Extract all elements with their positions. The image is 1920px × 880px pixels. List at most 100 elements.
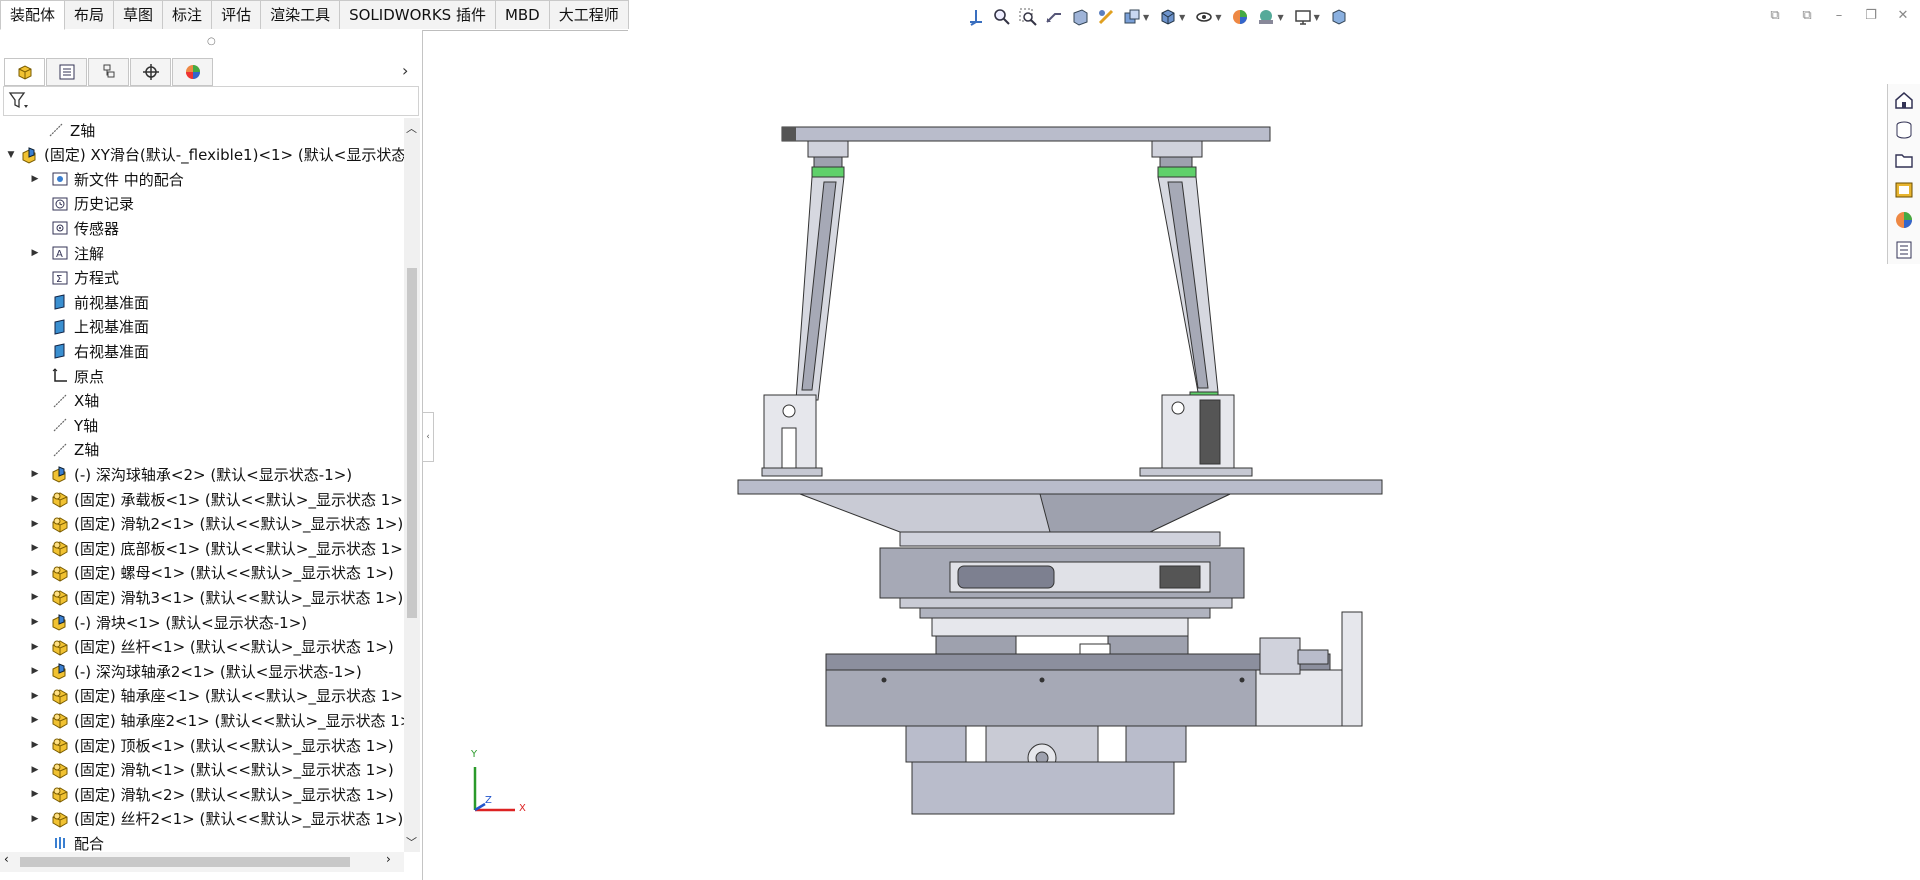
tree-item[interactable]: ▶ 新文件 中的配合 (30, 167, 184, 191)
view-cube-icon[interactable] (1328, 6, 1350, 28)
tree-item[interactable]: ▶ (固定) 滑轨<1> (默认<<默认>_显示状态 1>) (30, 758, 394, 782)
tree-item[interactable]: 前视基准面 (30, 290, 149, 314)
feature-manager-tab[interactable] (4, 58, 45, 86)
tree-item[interactable]: 历史记录 (30, 192, 134, 216)
tree-item[interactable]: 原点 (30, 364, 104, 388)
tree-item[interactable]: ▶ (固定) 丝杆<1> (默认<<默认>_显示状态 1>) (30, 635, 394, 659)
expand-arrow-icon[interactable]: ▶ (30, 758, 40, 782)
dimxpert-manager-tab[interactable] (130, 58, 171, 86)
expand-arrow-icon[interactable]: ▶ (30, 487, 40, 511)
expand-arrow-icon[interactable]: ▶ (30, 659, 40, 683)
design-library-icon[interactable] (1892, 118, 1916, 142)
tree-item[interactable]: Z轴 (30, 438, 99, 462)
zoom-area-icon[interactable] (1017, 6, 1039, 28)
restore-icon[interactable]: ❐ (1860, 6, 1882, 24)
minimize-icon[interactable]: – (1828, 6, 1850, 24)
expand-arrow-icon[interactable]: ▶ (30, 561, 40, 585)
tree-item[interactable]: ▶ (固定) 承载板<1> (默认<<默认>_显示状态 1>) (30, 487, 404, 511)
tree-horizontal-scrollbar[interactable]: ‹ › (0, 852, 404, 872)
tree-item[interactable]: 传感器 (30, 216, 119, 240)
scroll-left-icon[interactable]: ‹ (4, 852, 9, 866)
tree-item[interactable]: 右视基准面 (30, 339, 149, 363)
expand-arrow-icon[interactable]: ▶ (30, 807, 40, 831)
tree-item[interactable]: 上视基准面 (30, 315, 149, 339)
tree-item[interactable]: ▶ (-) 深沟球轴承2<1> (默认<显示状态-1>) (30, 659, 362, 683)
tree-vertical-scrollbar[interactable]: ︿ ﹀ (404, 118, 420, 852)
expand-arrow-icon[interactable]: ▶ (30, 462, 40, 486)
expand-arrow-icon[interactable]: ▶ (30, 512, 40, 536)
appearances-scenes-icon[interactable] (1892, 208, 1916, 232)
display-manager-tab[interactable] (172, 58, 213, 86)
tree-item[interactable]: Z轴 (26, 118, 95, 142)
tree-item[interactable]: Σ 方程式 (30, 266, 119, 290)
display-style-dropdown-icon[interactable]: ▼ (1179, 13, 1185, 22)
apply-scene-icon[interactable] (1255, 6, 1277, 28)
tab-8[interactable]: 大工程师 (548, 0, 629, 29)
file-explorer-icon[interactable] (1892, 148, 1916, 172)
display-style-icon[interactable] (1157, 6, 1179, 28)
tree-item[interactable]: ▶ A 注解 (30, 241, 104, 265)
tree-filter-bar[interactable] (3, 86, 419, 116)
hide-show-dropdown-icon[interactable]: ▼ (1215, 13, 1221, 22)
dynamic-annotation-icon[interactable] (1095, 6, 1117, 28)
section-view-icon[interactable] (1069, 6, 1091, 28)
tree-item[interactable]: X轴 (30, 389, 99, 413)
panel-splitter[interactable]: ‹ (422, 412, 434, 462)
filter-icon[interactable] (8, 90, 30, 112)
configuration-manager-tab[interactable] (88, 58, 129, 86)
tree-item[interactable]: ▶ (固定) 滑轨3<1> (默认<<默认>_显示状态 1>) (30, 585, 404, 609)
tree-item[interactable]: ▶ (固定) 顶板<1> (默认<<默认>_显示状态 1>) (30, 733, 394, 757)
tab-0[interactable]: 装配体 (0, 0, 66, 30)
view-orientation-icon[interactable] (965, 6, 987, 28)
apply-scene-dropdown-icon[interactable]: ▼ (1277, 13, 1283, 22)
tree-item[interactable]: ▶ (-) 深沟球轴承<2> (默认<显示状态-1>) (30, 462, 353, 486)
tab-7[interactable]: MBD (494, 0, 550, 29)
tree-item[interactable]: ▶ (固定) 螺母<1> (默认<<默认>_显示状态 1>) (30, 561, 394, 585)
tab-3[interactable]: 标注 (162, 0, 213, 29)
expand-arrow-icon[interactable]: ▶ (30, 536, 40, 560)
scroll-down-icon[interactable]: ﹀ (406, 834, 417, 850)
close-icon[interactable]: ✕ (1892, 6, 1914, 24)
zoom-to-fit-icon[interactable] (991, 6, 1013, 28)
tree-item[interactable]: ▶ (固定) 轴承座2<1> (默认<<默认>_显示状态 1>) (30, 708, 404, 732)
solidworks-resources-icon[interactable] (1892, 88, 1916, 112)
expand-arrow-icon[interactable]: ▶ (30, 782, 40, 806)
expand-arrow-icon[interactable]: ▶ (30, 585, 40, 609)
expand-arrow-icon[interactable]: ▶ (30, 684, 40, 708)
scroll-thumb[interactable] (407, 268, 417, 618)
tab-5[interactable]: 渲染工具 (260, 0, 341, 29)
previous-view-icon[interactable] (1043, 6, 1065, 28)
tab-4[interactable]: 评估 (211, 0, 262, 29)
tile-right-icon[interactable]: ⧉ (1796, 6, 1818, 24)
hscroll-thumb[interactable] (20, 857, 350, 867)
view-settings-icon[interactable] (1292, 6, 1314, 28)
expand-arrow-icon[interactable]: ▶ (30, 610, 40, 634)
expand-arrow-icon[interactable]: ▶ (30, 635, 40, 659)
tree-item[interactable]: ▶ (固定) 丝杆2<1> (默认<<默认>_显示状态 1>) (30, 807, 404, 831)
tree-item[interactable]: Y轴 (30, 413, 98, 437)
expand-arrow-icon[interactable]: ▶ (30, 241, 40, 265)
view-settings-dropdown-icon[interactable]: ▼ (1314, 13, 1320, 22)
tree-item[interactable]: ▶ (固定) 滑轨2<1> (默认<<默认>_显示状态 1>) (30, 512, 404, 536)
edit-appearance-icon[interactable] (1229, 6, 1251, 28)
tree-item[interactable]: ▶ (固定) 底部板<1> (默认<<默认>_显示状态 1>) (30, 536, 404, 560)
tab-6[interactable]: SOLIDWORKS 插件 (339, 0, 496, 29)
tree-item[interactable]: ▶ (固定) 滑轨<2> (默认<<默认>_显示状态 1>) (30, 782, 394, 806)
collapse-arrow-icon[interactable]: ▼ (6, 143, 16, 167)
panel-tabs-more-icon[interactable]: › (402, 61, 408, 80)
assembly-model-view[interactable] (720, 110, 1400, 830)
tree-item[interactable]: ▶ (-) 滑块<1> (默认<显示状态-1>) (30, 610, 308, 634)
view-type-dropdown-icon[interactable]: ▼ (1143, 13, 1149, 22)
tile-left-icon[interactable]: ⧉ (1764, 6, 1786, 24)
tree-item[interactable]: ▶ (固定) 轴承座<1> (默认<<默认>_显示状态 1>) (30, 684, 404, 708)
property-manager-tab[interactable] (46, 58, 87, 86)
scroll-up-icon[interactable]: ︿ (406, 120, 417, 136)
tab-1[interactable]: 布局 (64, 0, 115, 29)
expand-arrow-icon[interactable]: ▶ (30, 708, 40, 732)
scroll-right-icon[interactable]: › (386, 852, 391, 866)
view-type-icon[interactable] (1121, 6, 1143, 28)
tree-item[interactable]: ▼ (固定) XY滑台(默认-_flexible1)<1> (默认<显示状态 (6, 143, 404, 167)
collapse-panel-icon[interactable]: ○ (207, 36, 216, 47)
tab-2[interactable]: 草图 (113, 0, 164, 29)
view-palette-icon[interactable] (1892, 178, 1916, 202)
